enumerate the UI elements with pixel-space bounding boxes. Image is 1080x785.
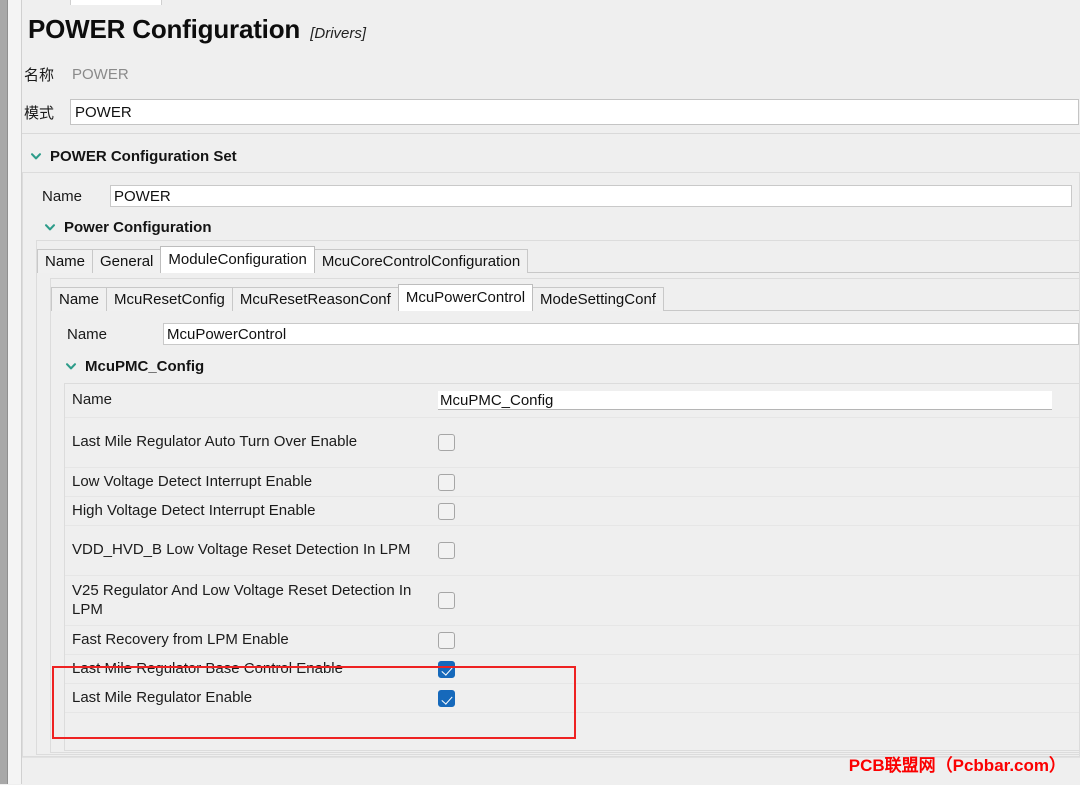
checkbox-unchecked[interactable] [438, 631, 455, 649]
property-value-cell: McuPMC_Config [438, 391, 1079, 410]
watermark-text: PCB联盟网（Pcbbar.com） [848, 756, 1066, 775]
property-label: Last Mile Regulator Base Control Enable [72, 659, 343, 677]
tabbar-module-level: Name General ModuleConfiguration McuCoreCon… [37, 246, 1079, 273]
property-list: Name McuPMC_Config Last Mile Regulator Aut… [65, 384, 1079, 713]
chevron-down-icon [64, 359, 78, 373]
editor-active-tab[interactable] [70, 0, 162, 5]
mode-field-label: 模式 [24, 104, 55, 122]
property-value-input[interactable]: McuPMC_Config [438, 391, 1052, 410]
property-row: Low Voltage Detect Interrupt Enable [65, 468, 1079, 497]
property-label: Last Mile Regulator Auto Turn Over Enabl… [72, 433, 358, 451]
section-header-label: POWER Configuration Set [50, 147, 237, 165]
property-value-cell [438, 660, 478, 678]
tab-mcu-0[interactable]: Name [51, 287, 108, 311]
checkbox-checked[interactable] [438, 689, 455, 707]
mcu-power-control-name-label: Name [67, 325, 108, 343]
property-value-cell [438, 542, 478, 559]
page-header: POWER Configuration [Drivers] [22, 6, 1080, 45]
property-value-cell [438, 434, 478, 451]
chevron-down-icon [43, 220, 57, 234]
tabbar-filler [662, 288, 1079, 311]
tab-module-3[interactable]: McuCoreControlConfiguration [313, 249, 529, 273]
property-value-cell [438, 631, 478, 649]
form-row-name: 名称 POWER [22, 59, 1080, 89]
row-mcu-power-control-name: Name McuPowerControl [51, 321, 1079, 347]
tab-mcu-4[interactable]: ModeSettingConf [532, 287, 664, 311]
section-header-power-configuration-set[interactable]: POWER Configuration Set [29, 145, 237, 167]
tab-module-2[interactable]: ModuleConfiguration [160, 246, 315, 273]
section-header-mcu-pmc-config[interactable]: McuPMC_Config [64, 355, 204, 377]
property-label: VDD_HVD_B Low Voltage Reset Detection In… [72, 541, 411, 559]
page-title-subtitle: [Drivers] [310, 25, 367, 42]
configuration-set-name-input[interactable]: POWER [110, 185, 1072, 207]
page-title: POWER Configuration [28, 14, 301, 44]
property-label: High Voltage Detect Interrupt Enable [72, 501, 316, 519]
editor-gutter-margin [8, 0, 22, 784]
tab-mcu-3[interactable]: McuPowerControl [397, 284, 534, 311]
section-header-label: McuPMC_Config [85, 357, 205, 375]
chevron-down-icon [29, 149, 43, 163]
form-row-mode: 模式 POWER [22, 97, 1080, 127]
section-header-label: Power Configuration [64, 218, 212, 236]
checkbox-unchecked[interactable] [438, 502, 455, 520]
tab-mcu-1[interactable]: McuResetConfig [106, 287, 233, 311]
property-value-cell [438, 473, 478, 491]
checkbox-checked[interactable] [438, 660, 455, 678]
checkbox-unchecked[interactable] [438, 592, 455, 609]
property-label: Low Voltage Detect Interrupt Enable [72, 472, 313, 490]
tab-module-1[interactable]: General [92, 249, 162, 273]
property-label: Fast Recovery from LPM Enable [72, 630, 289, 648]
configuration-set-name-label: Name [42, 187, 83, 205]
tab-module-0[interactable]: Name [37, 249, 94, 273]
property-value-cell [438, 592, 478, 609]
name-field-value: POWER [72, 65, 129, 83]
property-label: Name [72, 391, 113, 409]
property-label: V25 Regulator And Low Voltage Reset Dete… [72, 581, 412, 618]
property-value-cell [438, 689, 478, 707]
tabbar-filler [527, 250, 1079, 273]
property-label: Last Mile Regulator Enable [72, 688, 253, 706]
row-configuration-set-name: Name POWER [36, 183, 1076, 209]
section-header-power-configuration[interactable]: Power Configuration [43, 216, 212, 238]
property-row: V25 Regulator And Low Voltage Reset Dete… [65, 576, 1079, 626]
tab-mcu-2[interactable]: McuResetReasonConf [231, 287, 399, 311]
property-row: High Voltage Detect Interrupt Enable [65, 497, 1079, 526]
property-row: Last Mile Regulator Base Control Enable [65, 655, 1079, 684]
property-row: Name McuPMC_Config [65, 384, 1079, 418]
property-row: Last Mile Regulator Auto Turn Over Enabl… [65, 418, 1079, 468]
checkbox-unchecked[interactable] [438, 473, 455, 491]
property-row: Last Mile Regulator Enable [65, 684, 1079, 713]
property-row: Fast Recovery from LPM Enable [65, 626, 1079, 655]
checkbox-unchecked[interactable] [438, 542, 455, 559]
name-field-label: 名称 [24, 66, 55, 84]
mcu-power-control-name-input[interactable]: McuPowerControl [163, 323, 1079, 345]
property-row: VDD_HVD_B Low Voltage Reset Detection In… [65, 526, 1079, 576]
header-divider [22, 133, 1080, 134]
tabbar-mcu-level: Name McuResetConfig McuResetReasonConf McuP… [51, 284, 1079, 311]
mode-input[interactable]: POWER [70, 99, 1079, 125]
property-value-cell [438, 502, 478, 520]
checkbox-unchecked[interactable] [438, 434, 455, 451]
editor-gutter-strip [0, 0, 8, 784]
